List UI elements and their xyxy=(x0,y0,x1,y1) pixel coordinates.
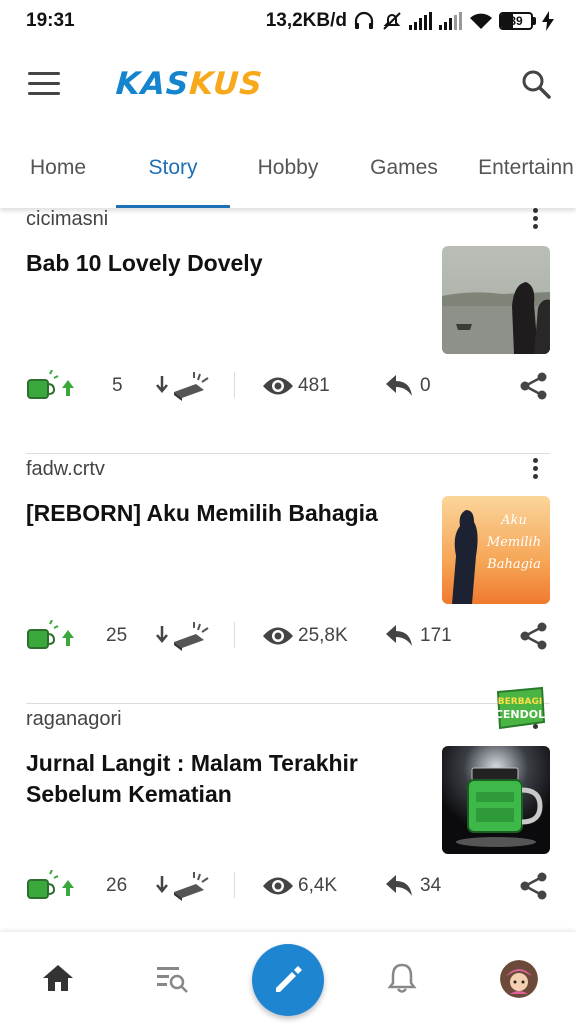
app-bar: KASKUS xyxy=(0,42,576,128)
battery-level: 39 xyxy=(509,14,523,28)
reply-count: 34 xyxy=(420,875,442,896)
avatar[interactable] xyxy=(500,960,538,998)
views-icon xyxy=(262,370,294,402)
pencil-icon xyxy=(272,964,304,996)
bata-button[interactable] xyxy=(156,870,210,902)
thread-actions: 5 481 0 xyxy=(26,366,550,406)
thread-thumbnail[interactable] xyxy=(442,746,550,854)
svg-text:Bahagia: Bahagia xyxy=(486,557,541,572)
tab-hobby[interactable]: Hobby xyxy=(230,128,346,208)
reply-count: 0 xyxy=(420,375,431,396)
thread-card: cicimasni Bab 10 Lovely Dovely 5 481 0 xyxy=(26,208,550,454)
status-icons: 13,2KB/d 39 xyxy=(266,10,554,32)
cendol-button[interactable] xyxy=(26,870,80,902)
tab-home[interactable]: Home xyxy=(0,128,116,208)
views-count: 25,8K xyxy=(298,625,348,646)
more-options-icon[interactable] xyxy=(526,208,544,234)
cendol-button[interactable] xyxy=(26,370,80,402)
thread-actions: 25 25,8K 171 xyxy=(26,616,550,656)
category-tabs: Home Story Hobby Games Entertainn xyxy=(0,128,576,208)
bata-button[interactable] xyxy=(156,620,210,652)
thread-title[interactable]: Bab 10 Lovely Dovely xyxy=(26,248,406,279)
views-count: 6,4K xyxy=(298,875,338,896)
battery-icon: 39 xyxy=(499,12,536,30)
views-icon xyxy=(262,620,294,652)
thread-author[interactable]: cicimasni xyxy=(26,208,108,231)
kaskus-logo[interactable]: KASKUS xyxy=(115,66,264,102)
thread-card: raganagori BERBAGI CENDOL Jurnal Langit … xyxy=(26,686,550,932)
cendol-count: 5 xyxy=(112,375,123,396)
bottom-navigation xyxy=(0,932,576,1024)
network-speed: 13,2KB/d xyxy=(265,10,347,31)
cendol-count: 25 xyxy=(106,625,128,646)
thread-actions: 26 6,4K 34 xyxy=(26,866,550,906)
svg-text:CENDOL: CENDOL xyxy=(495,708,545,721)
svg-text:BERBAGI: BERBAGI xyxy=(498,697,543,707)
bell-icon[interactable] xyxy=(384,960,420,996)
mute-icon xyxy=(381,11,403,31)
thread-card: fadw.crtv [REBORN] Aku Memilih Bahagia A… xyxy=(26,454,550,704)
bata-button[interactable] xyxy=(156,370,210,402)
thread-thumbnail[interactable] xyxy=(442,246,550,354)
headphones-icon xyxy=(353,11,375,31)
share-icon[interactable] xyxy=(520,620,548,652)
reply-icon[interactable] xyxy=(386,370,412,402)
charging-icon xyxy=(542,11,554,31)
status-time: 19:31 xyxy=(26,10,75,31)
thread-title[interactable]: Jurnal Langit : Malam Terakhir Sebelum K… xyxy=(26,748,406,810)
signal-icon xyxy=(409,12,433,30)
search-icon[interactable] xyxy=(520,68,552,100)
thread-author[interactable]: raganagori xyxy=(26,708,122,731)
reply-count: 171 xyxy=(420,625,452,646)
views-icon xyxy=(262,870,294,902)
thread-feed: cicimasni Bab 10 Lovely Dovely 5 481 0 f… xyxy=(0,208,576,932)
views-count: 481 xyxy=(298,375,330,396)
cendol-count: 26 xyxy=(106,875,128,896)
create-thread-button[interactable] xyxy=(252,944,324,1016)
home-icon[interactable] xyxy=(40,960,76,996)
wifi-icon xyxy=(469,12,493,30)
cendol-badge-icon: BERBAGI CENDOL xyxy=(494,686,546,730)
thread-author[interactable]: fadw.crtv xyxy=(26,458,105,481)
reply-icon[interactable] xyxy=(386,870,412,902)
status-bar: 19:31 13,2KB/d 39 xyxy=(0,0,576,42)
signal-icon xyxy=(439,12,463,30)
cendol-button[interactable] xyxy=(26,620,80,652)
tab-story[interactable]: Story xyxy=(116,128,230,208)
tab-entertainment[interactable]: Entertainn xyxy=(462,128,576,208)
more-options-icon[interactable] xyxy=(526,458,544,484)
thread-thumbnail[interactable]: Aku Memilih Bahagia xyxy=(442,496,550,604)
thread-title[interactable]: [REBORN] Aku Memilih Bahagia xyxy=(26,498,406,529)
reply-icon[interactable] xyxy=(386,620,412,652)
tab-games[interactable]: Games xyxy=(346,128,462,208)
svg-text:Memilih: Memilih xyxy=(486,535,541,550)
search-list-icon[interactable] xyxy=(154,960,190,996)
share-icon[interactable] xyxy=(520,370,548,402)
menu-icon[interactable] xyxy=(28,72,60,98)
share-icon[interactable] xyxy=(520,870,548,902)
svg-text:Aku: Aku xyxy=(500,513,527,528)
